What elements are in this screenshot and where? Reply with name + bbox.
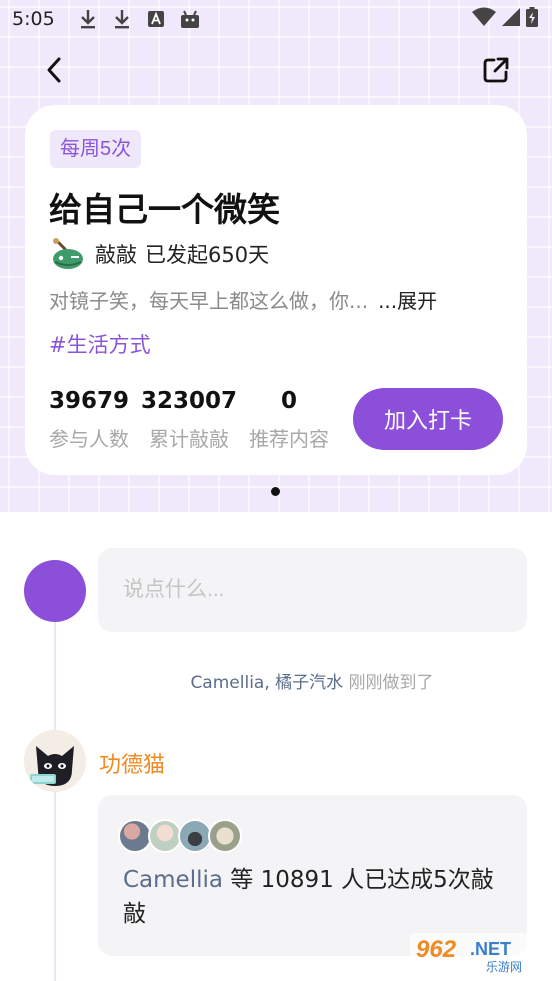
started-days: 已发起650天 — [145, 243, 270, 267]
join-checkin-button[interactable]: 加入打卡 — [353, 388, 503, 450]
font-app-icon — [145, 8, 167, 30]
share-external-icon — [483, 57, 509, 83]
frequency-badge: 每周5次 — [50, 130, 142, 168]
description-text: 对镜子笑，每天早上都这么做，你... — [49, 289, 369, 313]
participant-avatars — [118, 819, 242, 853]
android-icon — [179, 8, 201, 30]
expand-link[interactable]: ...展开 — [378, 285, 437, 314]
category-tag[interactable]: #生活方式 — [49, 329, 151, 359]
participant-avatar — [178, 819, 212, 853]
stat-participants: 39679 参与人数 — [49, 385, 129, 452]
wifi-icon — [472, 7, 496, 31]
starter-row[interactable]: 敲敲 已发起650天 — [49, 237, 269, 271]
black-cat-avatar-icon — [24, 730, 86, 792]
download-icon — [111, 8, 133, 30]
recent-activity: Camellia, 橘子汽水 刚刚做到了 — [0, 668, 552, 693]
participant-avatar — [118, 819, 152, 853]
signal-icon — [502, 8, 520, 30]
status-time: 5:05 — [12, 8, 55, 30]
back-button[interactable] — [36, 52, 72, 88]
carousel-indicator — [271, 487, 280, 496]
stat-label: 参与人数 — [49, 427, 130, 451]
challenge-card: 每周5次 给自己一个微笑 敲敲 已发起650天 对镜子笑，每天早上都这么做，你.… — [25, 105, 527, 475]
chevron-left-icon — [47, 57, 61, 83]
stats-row: 39679 参与人数 323007 累计敲敲 0 推荐内容 — [49, 385, 341, 452]
recent-suffix: 刚刚做到了 — [343, 673, 434, 693]
stat-value: 0 — [281, 388, 298, 414]
participant-avatar — [148, 819, 182, 853]
watermark-caption: 乐游网 — [486, 960, 522, 974]
download-icon — [77, 8, 99, 30]
description-row: 对镜子笑，每天早上都这么做，你... ...展开 — [49, 285, 437, 314]
status-bar: 5:05 — [0, 0, 552, 38]
stat-recommended: 0 推荐内容 — [249, 385, 329, 452]
watermark-suffix: .NET — [470, 939, 511, 959]
post-author[interactable]: 功德猫 — [99, 747, 165, 779]
achievement-card[interactable]: Camellia 等 10891 人已达成5次敲敲 — [98, 795, 527, 956]
site-watermark: 962 .NET 乐游网 — [410, 933, 544, 975]
stat-label: 累计敲敲 — [149, 427, 230, 451]
stat-value: 323007 — [141, 388, 238, 414]
stat-total-knocks: 323007 累计敲敲 — [141, 385, 237, 452]
challenge-title: 给自己一个微笑 — [49, 190, 280, 229]
achievement-text: Camellia 等 10891 人已达成5次敲敲 — [123, 863, 503, 931]
avatar[interactable] — [24, 730, 86, 792]
recent-users[interactable]: Camellia, 橘子汽水 — [190, 673, 343, 693]
share-button[interactable] — [478, 52, 514, 88]
achievement-user[interactable]: Camellia — [123, 867, 223, 893]
comment-input[interactable] — [98, 548, 527, 632]
battery-icon — [526, 7, 538, 31]
stat-value: 39679 — [49, 388, 130, 414]
starter-name[interactable]: 敲敲 — [95, 239, 137, 269]
participant-avatar — [208, 819, 242, 853]
watermark-number: 962 — [416, 936, 457, 963]
stat-label: 推荐内容 — [249, 427, 330, 451]
timeline-line — [54, 610, 56, 981]
my-avatar[interactable] — [24, 560, 86, 622]
wooden-fish-icon — [53, 238, 83, 269]
